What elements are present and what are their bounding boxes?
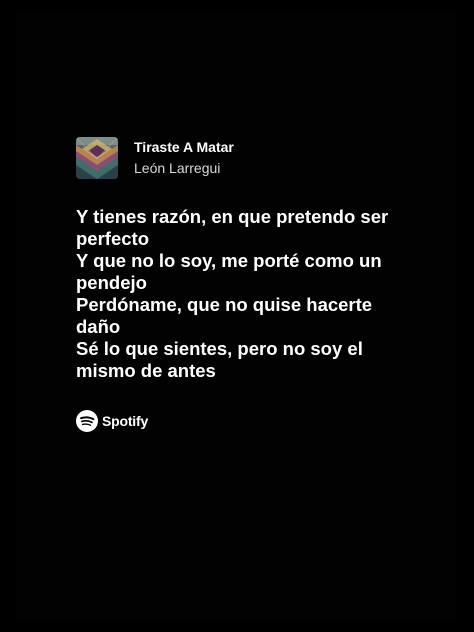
- lyrics-share-page: Tiraste A Matar León Larregui Y tienes r…: [0, 0, 474, 632]
- spotify-wordmark: Spotify: [102, 413, 149, 429]
- lyric-line: mismo de antes: [76, 360, 216, 381]
- track-meta: Tiraste A Matar León Larregui: [134, 139, 234, 178]
- lyric-line: perfecto: [76, 228, 149, 249]
- lyric-line: Sé lo que sientes, pero no soy el: [76, 338, 363, 359]
- album-cover: [76, 137, 118, 179]
- lyric-line: Y tienes razón, en que pretendo ser: [76, 206, 389, 227]
- track-header: Tiraste A Matar León Larregui: [76, 137, 234, 179]
- spotify-logo-icon: [76, 410, 98, 432]
- spotify-brand: Spotify: [76, 410, 148, 432]
- lyrics-block: Y tienes razón, en que pretendo ser perf…: [76, 206, 406, 382]
- track-title: Tiraste A Matar: [134, 138, 234, 155]
- track-artist: León Larregui: [134, 159, 221, 176]
- lyric-line: Perdóname, que no quise hacerte: [76, 294, 373, 315]
- lyric-line: Y que no lo soy, me porté como un: [76, 250, 382, 271]
- lyric-line: daño: [76, 316, 121, 337]
- lyric-line: pendejo: [76, 272, 147, 293]
